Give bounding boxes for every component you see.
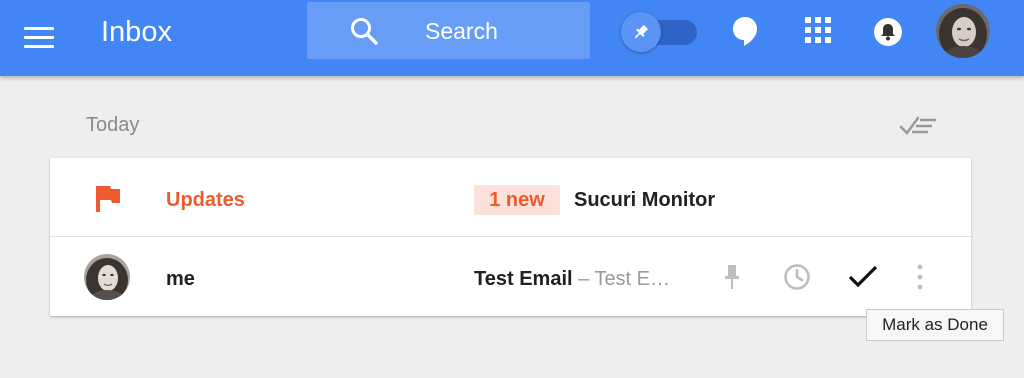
- snooze-clock-icon: [784, 264, 810, 290]
- inbox-card: Updates 1 new Sucuri Monitor me Test Ema…: [50, 158, 971, 316]
- search-icon: [351, 18, 378, 45]
- hangouts-icon[interactable]: [728, 14, 762, 50]
- bundle-row-updates[interactable]: Updates 1 new Sucuri Monitor: [50, 158, 971, 237]
- subject-separator: –: [572, 268, 595, 290]
- apps-grid-icon[interactable]: [802, 14, 834, 46]
- notifications-bell-icon[interactable]: [870, 14, 906, 50]
- toggle-knob: [621, 12, 661, 52]
- search-placeholder: Search: [425, 18, 498, 44]
- snooze-button[interactable]: [777, 257, 817, 297]
- mark-done-button[interactable]: [843, 257, 883, 297]
- sender-name: Sucuri Monitor: [574, 189, 716, 211]
- more-options-button[interactable]: [900, 257, 940, 297]
- pin-icon: [725, 265, 739, 289]
- subject-snippet: Test Email – Test E…: [474, 267, 688, 291]
- email-snippet: Test E…: [594, 268, 671, 290]
- email-row[interactable]: me Test Email – Test E…: [50, 237, 971, 316]
- pin-icon: [634, 24, 649, 39]
- more-vert-icon: [917, 264, 923, 290]
- mark-done-check-icon: [848, 265, 878, 288]
- sender-name: me: [166, 268, 195, 290]
- section-title-today: Today: [86, 114, 140, 136]
- menu-icon[interactable]: [24, 22, 60, 52]
- pin-filter-toggle[interactable]: [621, 12, 699, 52]
- pin-button[interactable]: [712, 257, 752, 297]
- new-count-badge: 1 new: [474, 185, 560, 215]
- sweep-done-icon[interactable]: [898, 114, 942, 138]
- search-input[interactable]: Search: [307, 2, 590, 59]
- bundle-name: Updates: [166, 189, 245, 211]
- flag-icon: [96, 186, 120, 212]
- avatar: [84, 254, 130, 300]
- app-title: Inbox: [101, 16, 172, 48]
- email-subject: Test Email: [474, 268, 573, 290]
- account-avatar[interactable]: [936, 4, 990, 58]
- top-app-bar: Inbox Search: [0, 0, 1024, 76]
- tooltip: Mark as Done: [866, 309, 1004, 341]
